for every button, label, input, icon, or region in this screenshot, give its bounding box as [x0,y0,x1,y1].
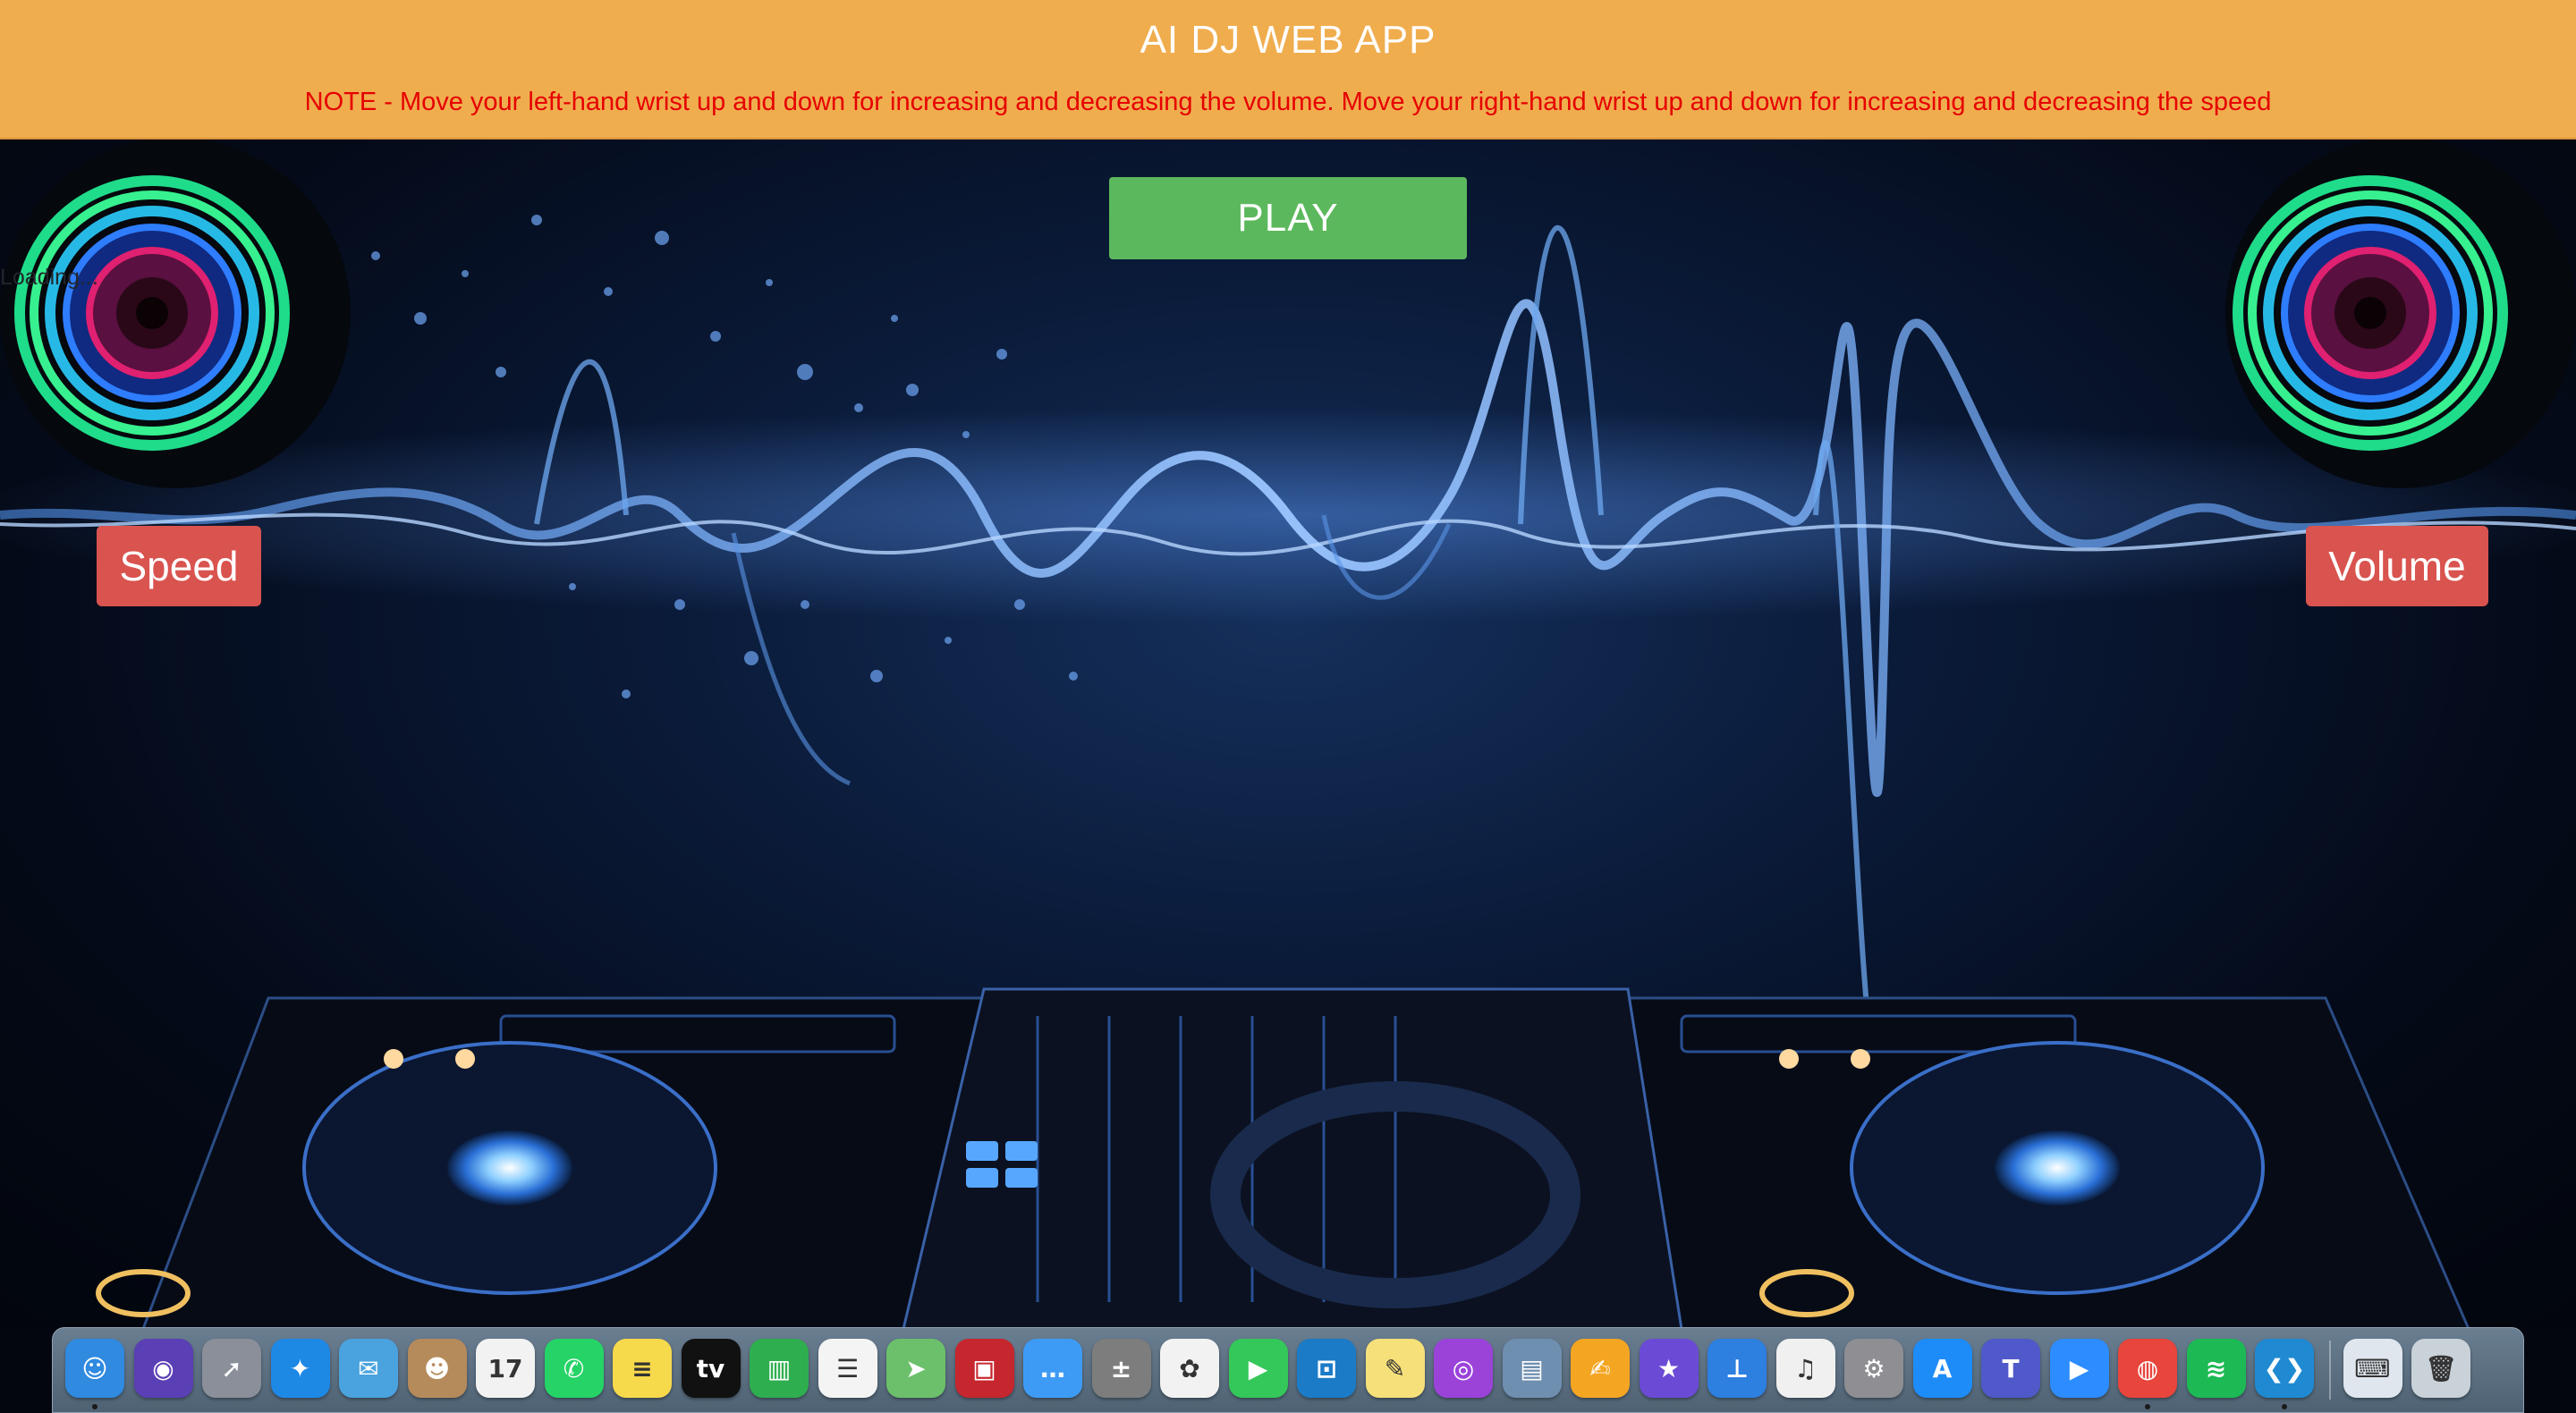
preview-icon[interactable]: ▤ [1502,1339,1562,1398]
finder-icon[interactable]: ☺ [65,1339,124,1398]
photos-icon[interactable]: ✿ [1160,1339,1219,1398]
dock-running-indicator [92,1404,97,1409]
volume-button[interactable]: Volume [2306,526,2488,606]
mail-icon[interactable]: ✉ [339,1339,398,1398]
safari-icon[interactable]: ✦ [270,1339,330,1398]
chrome-icon[interactable]: ◍ [2118,1339,2177,1398]
app-window: AI DJ WEB APP NOTE - Move your left-hand… [0,0,2576,1413]
dj-stage: Loading... PLAY Speed Volume [0,140,2576,1329]
frame-app-icon[interactable]: ⊡ [1297,1339,1356,1398]
right-speaker-icon [2225,140,2576,488]
dock-running-indicator [2145,1404,2150,1409]
vscode-icon[interactable]: ❮❯ [2255,1339,2314,1398]
app-store-icon[interactable]: A [1912,1339,1972,1398]
app-title: AI DJ WEB APP [1140,18,1436,62]
stickies-icon[interactable]: ✎ [1365,1339,1425,1398]
speed-button[interactable]: Speed [97,526,261,606]
play-button[interactable]: PLAY [1109,177,1467,259]
whatsapp-icon[interactable]: ✆ [544,1339,604,1398]
app-header: AI DJ WEB APP NOTE - Move your left-hand… [0,0,2576,140]
facetime-icon[interactable]: ▶ [1228,1339,1288,1398]
trash-icon[interactable]: 🗑 [2411,1339,2470,1398]
keyboard-viewer-icon[interactable]: ⌨ [2343,1339,2402,1398]
messages-icon[interactable]: … [1023,1339,1082,1398]
apple-tv-icon[interactable]: tv [681,1339,741,1398]
instruction-note: NOTE - Move your left-hand wrist up and … [304,88,2272,116]
loading-status: Loading... [0,265,98,290]
pages-icon[interactable]: ✍ [1571,1339,1630,1398]
spotify-icon[interactable]: ≋ [2186,1339,2246,1398]
podcasts-icon[interactable]: ◎ [1434,1339,1493,1398]
imovie-icon[interactable]: ★ [1639,1339,1699,1398]
dock-separator [2328,1341,2331,1400]
keynote-icon[interactable]: ⊥ [1707,1339,1767,1398]
reminders-icon[interactable]: ☰ [818,1339,877,1398]
calculator-icon[interactable]: ± [1091,1339,1151,1398]
calendar-icon[interactable]: 17 [476,1339,535,1398]
photo-booth-icon[interactable]: ▣ [954,1339,1014,1398]
launchpad-icon[interactable]: ➚ [202,1339,261,1398]
zoom-icon[interactable]: ▶ [2049,1339,2109,1398]
contacts-icon[interactable]: ☻ [407,1339,467,1398]
dj-background-illustration [0,140,2576,1329]
system-preferences-icon[interactable]: ⚙ [1844,1339,1903,1398]
left-speaker-icon [0,140,351,488]
siri-icon[interactable]: ◉ [133,1339,193,1398]
dock-running-indicator [2282,1404,2287,1409]
notes-icon[interactable]: ≡ [613,1339,672,1398]
teams-icon[interactable]: T [1981,1339,2040,1398]
macos-dock: ☺ ◉ ➚ ✦ ✉ ☻ 17 ✆ ≡ tv ▥ ☰ ➤ ▣… ± ✿ ▶ ⊡ ✎ ◎ ▤ ✍ ★ ⊥ ♫ ⚙ A T ▶ ◍ ≋ ❮❯ ⌨ 🗑 [52,1327,2524,1413]
music-icon[interactable]: ♫ [1775,1339,1835,1398]
numbers-icon[interactable]: ▥ [750,1339,809,1398]
maps-icon[interactable]: ➤ [886,1339,945,1398]
